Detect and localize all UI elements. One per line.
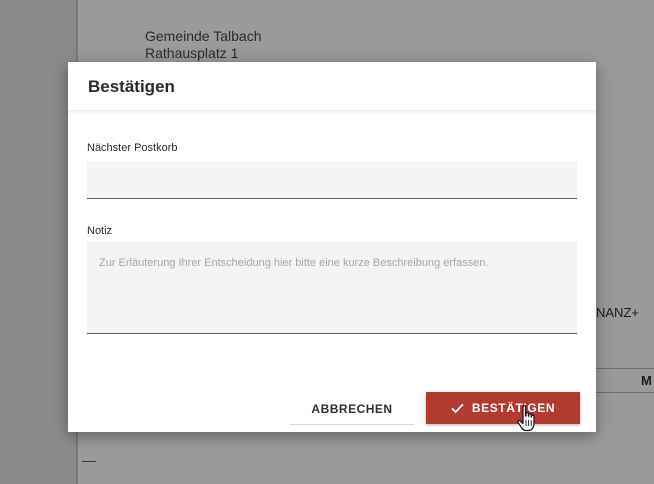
notiz-label: Notiz	[87, 225, 113, 237]
background-partial-text: NANZ+	[596, 305, 639, 320]
background-table-line	[596, 392, 654, 393]
address-line-1: Gemeinde Talbach	[145, 28, 262, 44]
hand-pointer-icon	[516, 404, 540, 434]
background-table-line	[596, 368, 654, 369]
background-sidebar	[0, 0, 78, 484]
confirm-dialog: Bestätigen Nächster Postkorb Notiz ABBRE…	[68, 62, 596, 432]
background-column-header: M	[641, 373, 652, 388]
cancel-button[interactable]: ABBRECHEN	[290, 393, 414, 425]
postkorb-input[interactable]	[87, 161, 577, 199]
background-dash	[82, 461, 96, 462]
postkorb-label: Nächster Postkorb	[87, 142, 178, 154]
dialog-title: Bestätigen	[88, 77, 175, 96]
notiz-textarea[interactable]	[87, 242, 577, 334]
confirm-button-label: BESTÄTIGEN	[471, 401, 556, 415]
address-line-2: Rathausplatz 1	[145, 45, 239, 61]
dialog-header: Bestätigen	[68, 62, 596, 111]
confirm-button[interactable]: BESTÄTIGEN	[426, 392, 580, 424]
background-address: Gemeinde Talbach Rathausplatz 1	[145, 28, 261, 62]
check-icon	[451, 403, 464, 414]
